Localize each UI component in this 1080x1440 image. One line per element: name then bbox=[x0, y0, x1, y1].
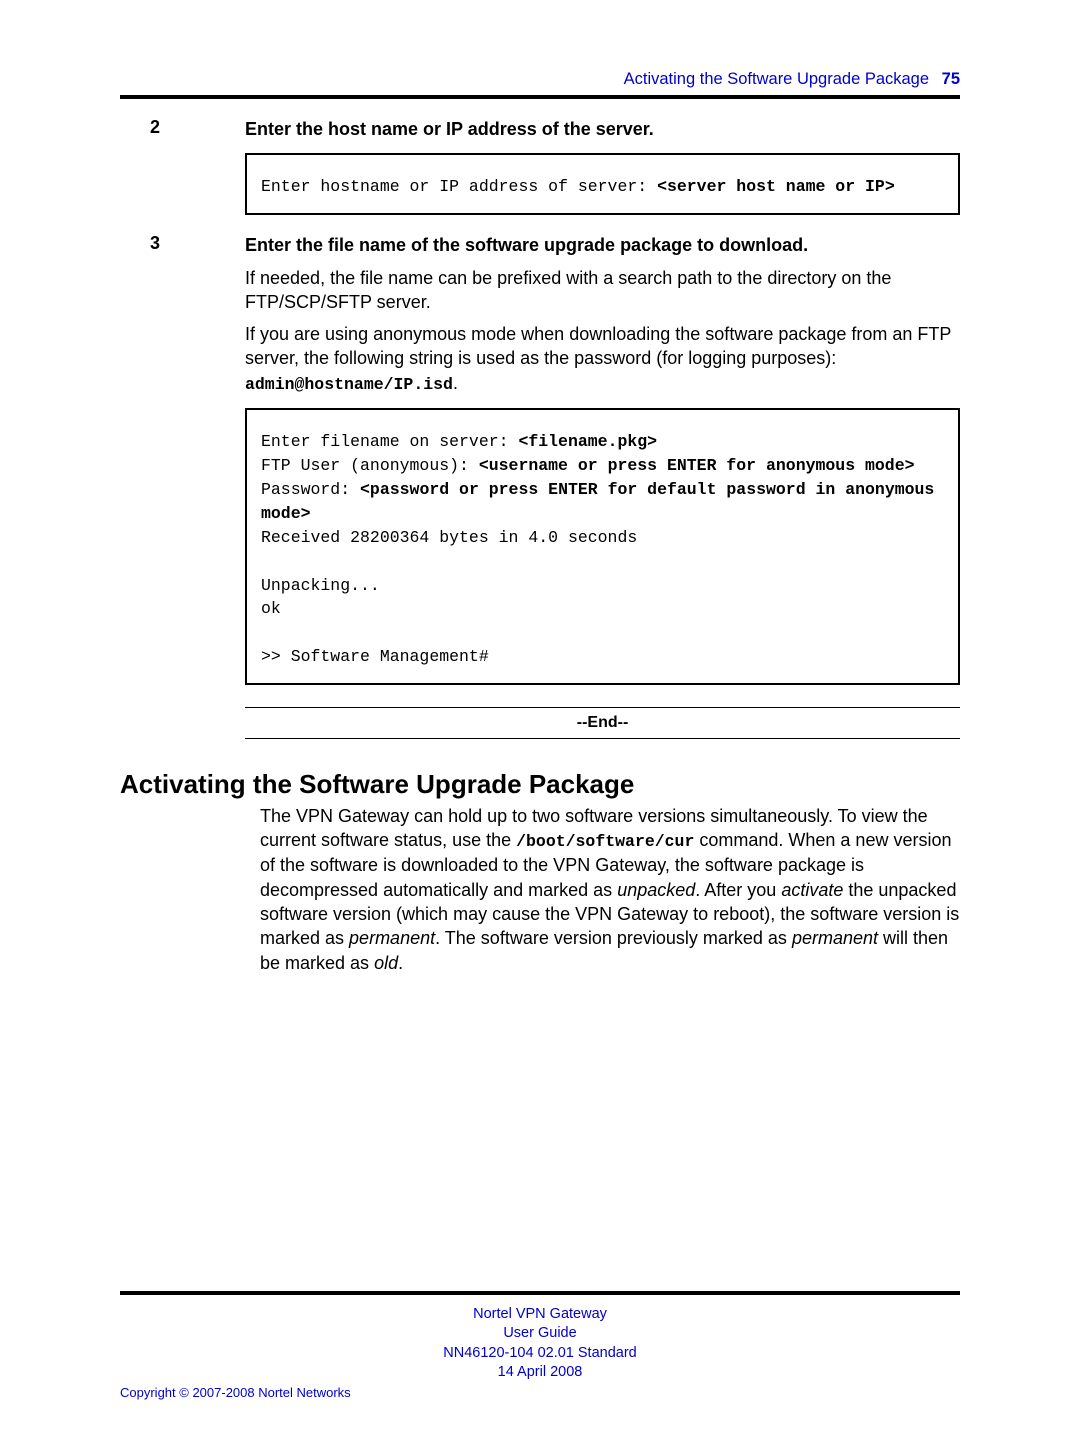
code-box: Enter filename on server: <filename.pkg>… bbox=[245, 408, 960, 685]
copyright-line: Copyright © 2007-2008 Nortel Networks bbox=[120, 1385, 960, 1400]
footer-line: 14 April 2008 bbox=[120, 1363, 960, 1383]
footer-line: Nortel VPN Gateway bbox=[120, 1305, 960, 1325]
paragraph: If you are using anonymous mode when dow… bbox=[245, 322, 960, 396]
code-text: Unpacking... bbox=[261, 576, 380, 595]
italic-text: activate bbox=[781, 880, 843, 900]
step-body: Enter the file name of the software upgr… bbox=[245, 233, 960, 739]
text: . The software version previously marked… bbox=[435, 928, 792, 948]
page-number: 75 bbox=[942, 70, 960, 88]
header-title: Activating the Software Upgrade Package bbox=[624, 70, 929, 88]
header-rule bbox=[120, 95, 960, 99]
step-2: 2 Enter the host name or IP address of t… bbox=[120, 117, 960, 229]
code-text: >> Software Management# bbox=[261, 647, 489, 666]
content-area: 2 Enter the host name or IP address of t… bbox=[120, 117, 960, 1291]
italic-text: permanent bbox=[349, 928, 435, 948]
step-body: Enter the host name or IP address of the… bbox=[245, 117, 960, 229]
code-text: Enter hostname or IP address of server: bbox=[261, 177, 657, 196]
running-header: Activating the Software Upgrade Package … bbox=[120, 70, 960, 95]
code-bold: <username or press ENTER for anonymous m… bbox=[479, 456, 915, 475]
mono-text: admin@hostname/IP.isd bbox=[245, 375, 453, 394]
section-heading: Activating the Software Upgrade Package bbox=[120, 769, 960, 800]
rule bbox=[245, 738, 960, 739]
code-text: Enter filename on server: bbox=[261, 432, 518, 451]
step-title: Enter the file name of the software upgr… bbox=[245, 233, 960, 257]
code-bold: <server host name or IP> bbox=[657, 177, 895, 196]
code-bold: <filename.pkg> bbox=[518, 432, 657, 451]
code-box: Enter hostname or IP address of server: … bbox=[245, 153, 960, 215]
paragraph: If needed, the file name can be prefixed… bbox=[245, 266, 960, 315]
text: . bbox=[453, 373, 458, 393]
code-text: ok bbox=[261, 599, 281, 618]
footer-line: User Guide bbox=[120, 1324, 960, 1344]
step-number: 3 bbox=[120, 233, 245, 739]
step-number: 2 bbox=[120, 117, 245, 229]
italic-text: unpacked bbox=[617, 880, 695, 900]
text: If you are using anonymous mode when dow… bbox=[245, 324, 951, 368]
section-body: The VPN Gateway can hold up to two softw… bbox=[120, 804, 960, 975]
document-page: Activating the Software Upgrade Package … bbox=[0, 0, 1080, 1440]
code-text: Password: bbox=[261, 480, 360, 499]
code-text: FTP User (anonymous): bbox=[261, 456, 479, 475]
text: . After you bbox=[695, 880, 781, 900]
code-bold: <password or press ENTER for default pas… bbox=[261, 480, 944, 523]
italic-text: permanent bbox=[792, 928, 878, 948]
end-marker: --End-- bbox=[245, 707, 960, 739]
text: . bbox=[398, 953, 403, 973]
end-label: --End-- bbox=[245, 708, 960, 738]
italic-text: old bbox=[374, 953, 398, 973]
mono-text: /boot/software/cur bbox=[516, 832, 694, 851]
footer-line: NN46120-104 02.01 Standard bbox=[120, 1344, 960, 1364]
step-3: 3 Enter the file name of the software up… bbox=[120, 233, 960, 739]
step-title: Enter the host name or IP address of the… bbox=[245, 117, 960, 141]
code-text: Received 28200364 bytes in 4.0 seconds bbox=[261, 528, 637, 547]
footer: Nortel VPN Gateway User Guide NN46120-10… bbox=[120, 1295, 960, 1383]
